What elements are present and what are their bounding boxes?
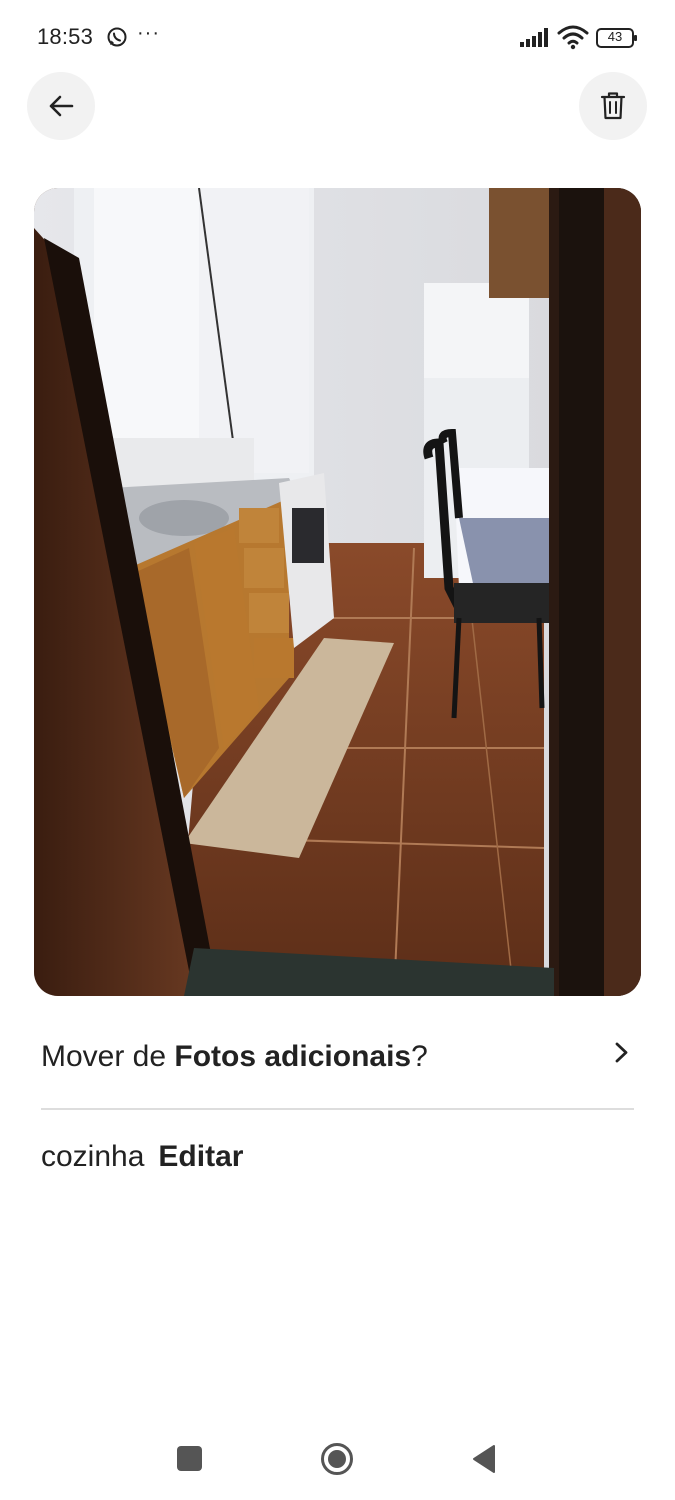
- back-button[interactable]: [27, 72, 95, 140]
- wifi-icon: [557, 25, 589, 50]
- trash-icon: [600, 92, 626, 120]
- listing-photo: [34, 188, 641, 996]
- recents-button[interactable]: [177, 1446, 202, 1471]
- signal-icon: [520, 28, 548, 47]
- move-from-album-row[interactable]: Mover de Fotos adicionais?: [41, 1030, 635, 1090]
- edit-caption-button[interactable]: Editar: [158, 1140, 243, 1173]
- photo-caption: cozinha: [41, 1140, 145, 1173]
- row-divider: [41, 1108, 634, 1110]
- back-triangle-button[interactable]: [472, 1444, 496, 1474]
- arrow-left-icon: [49, 95, 74, 117]
- kitchen-photo-image: [34, 188, 641, 996]
- move-suffix: ?: [411, 1040, 428, 1073]
- home-button[interactable]: [320, 1442, 354, 1476]
- chevron-right-icon: [615, 1042, 628, 1063]
- status-time: 18:53: [37, 24, 94, 49]
- album-name: Fotos adicionais: [174, 1040, 412, 1073]
- whatsapp-icon: [107, 27, 127, 47]
- more-notifications-icon: ···: [137, 22, 160, 44]
- delete-button[interactable]: [579, 72, 647, 140]
- photo-caption-row: cozinha Editar: [41, 1140, 243, 1184]
- move-prefix: Mover de: [41, 1040, 175, 1073]
- move-from-album-text: Mover de Fotos adicionais?: [41, 1040, 428, 1074]
- battery-level: 43: [607, 29, 623, 44]
